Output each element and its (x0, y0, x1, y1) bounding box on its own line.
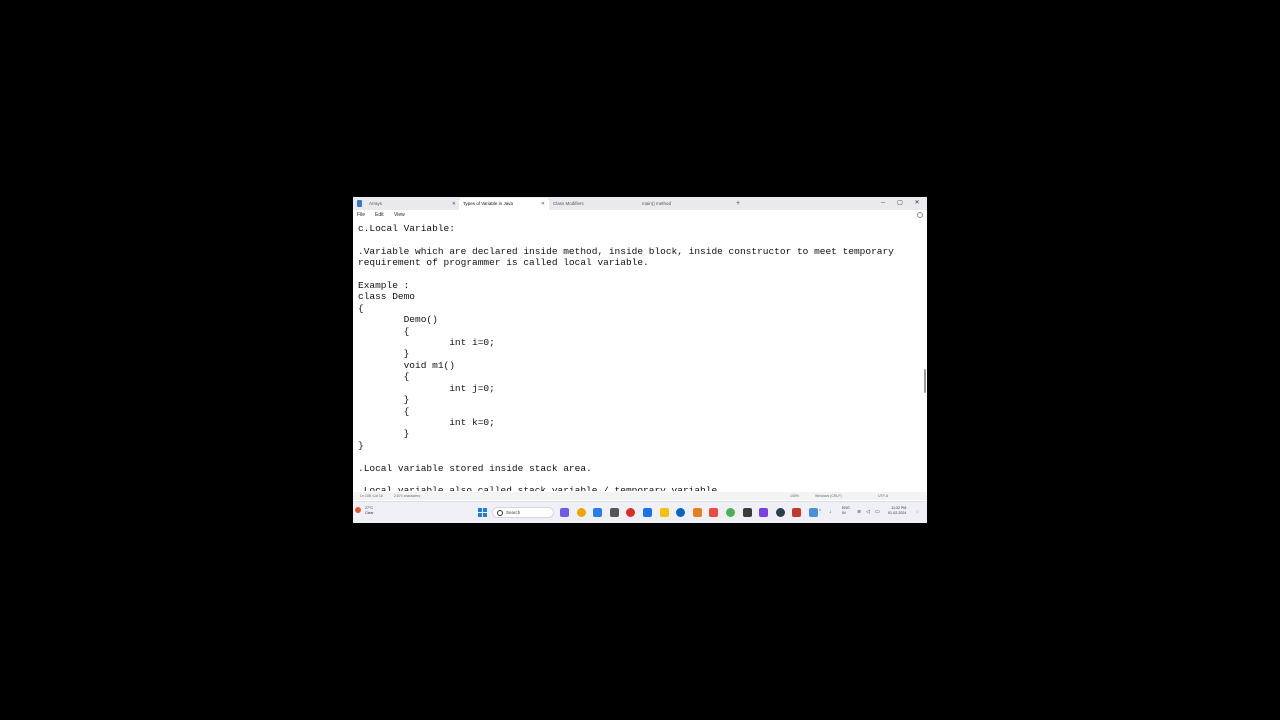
character-count: 2,874 characters (394, 494, 421, 498)
language-line2: IN (842, 511, 846, 515)
status-bar: Ln 106, Col 16 2,874 characters 100% Win… (353, 492, 927, 500)
taskbar-search-input[interactable]: Search (492, 507, 554, 518)
menu-view[interactable]: View (394, 210, 405, 221)
tab-arrays[interactable]: Arrays ✕ (365, 198, 460, 210)
tab-class-modifiers[interactable]: Class Modifiers (549, 198, 644, 210)
settings-icon[interactable] (917, 212, 923, 218)
app-icon[interactable] (726, 508, 735, 517)
weather-widget[interactable]: 27°C Clear (365, 506, 395, 516)
media-icon[interactable] (709, 508, 719, 517)
tab-strip: Arrays ✕ Types of Variable in Java ✕ Cla… (353, 197, 927, 210)
zoom-level: 100% (790, 494, 799, 498)
battery-icon[interactable]: ▭ (875, 510, 880, 515)
weather-desc: Clear (365, 511, 374, 515)
windows-start-icon[interactable] (478, 508, 487, 517)
search-icon (497, 510, 503, 516)
tab-types-of-variable[interactable]: Types of Variable in Java ✕ (459, 198, 549, 210)
vlc-icon[interactable] (792, 508, 802, 517)
vertical-scrollbar[interactable] (924, 369, 926, 393)
folder-icon[interactable] (659, 508, 669, 517)
menu-file[interactable]: File (357, 210, 365, 221)
tab-main-method[interactable]: main() method (638, 198, 733, 210)
chrome-icon[interactable] (626, 508, 636, 517)
tab-label: Types of Variable in Java (463, 201, 513, 206)
new-tab-button[interactable]: + (736, 198, 740, 210)
copilot-icon[interactable] (560, 508, 569, 517)
download-icon[interactable]: ↓ (829, 510, 832, 515)
eclipse-icon[interactable] (759, 508, 769, 517)
tab-label: main() method (642, 201, 672, 206)
line-ending: Windows (CRLF) (815, 494, 842, 498)
editor-text[interactable]: c.Local Variable: .Variable which are de… (358, 223, 894, 491)
terminal-icon[interactable] (609, 508, 619, 517)
close-icon[interactable]: ✕ (541, 198, 545, 210)
desktop-screen: Arrays ✕ Types of Variable in Java ✕ Cla… (353, 197, 927, 523)
clock[interactable]: 11:32 PM 01-02-2024 (888, 506, 906, 516)
edge-icon[interactable] (593, 508, 603, 517)
notepad-icon[interactable] (809, 508, 818, 517)
github-icon[interactable] (742, 508, 752, 517)
wifi-icon[interactable]: ≋ (857, 510, 861, 515)
cursor-position: Ln 106, Col 16 (360, 494, 383, 498)
tab-label: Arrays (369, 201, 383, 206)
browser-icon[interactable] (643, 508, 652, 517)
text-editor-area[interactable]: c.Local Variable: .Variable which are de… (353, 221, 927, 491)
encoding: UTF-8 (878, 494, 888, 498)
language-indicator[interactable]: ENG IN (842, 506, 850, 516)
camera-icon[interactable] (775, 508, 785, 517)
clock-date: 01-02-2024 (888, 511, 907, 515)
close-window-button[interactable]: ✕ (910, 198, 924, 209)
taskbar: 27°C Clear Search ⌃ ↓ ENG IN ≋ ◁ ▭ 11:32… (353, 501, 927, 523)
store-icon[interactable] (676, 508, 686, 517)
file-explorer-icon[interactable] (576, 508, 586, 517)
search-placeholder: Search (506, 510, 521, 515)
notepad-app-icon (357, 200, 362, 207)
minimize-button[interactable]: ─ (876, 198, 890, 209)
weather-icon[interactable] (355, 507, 361, 513)
chevron-up-icon[interactable]: ⌃ (818, 510, 822, 515)
volume-icon[interactable]: ◁ (866, 510, 870, 515)
tab-label: Class Modifiers (553, 201, 584, 206)
notification-bell-icon[interactable]: ◌ (916, 510, 919, 515)
firefox-icon[interactable] (692, 508, 702, 517)
menu-bar: File Edit View (353, 210, 927, 221)
maximize-button[interactable]: ▢ (893, 198, 907, 209)
menu-edit[interactable]: Edit (375, 210, 384, 221)
close-icon[interactable]: ✕ (452, 198, 456, 210)
